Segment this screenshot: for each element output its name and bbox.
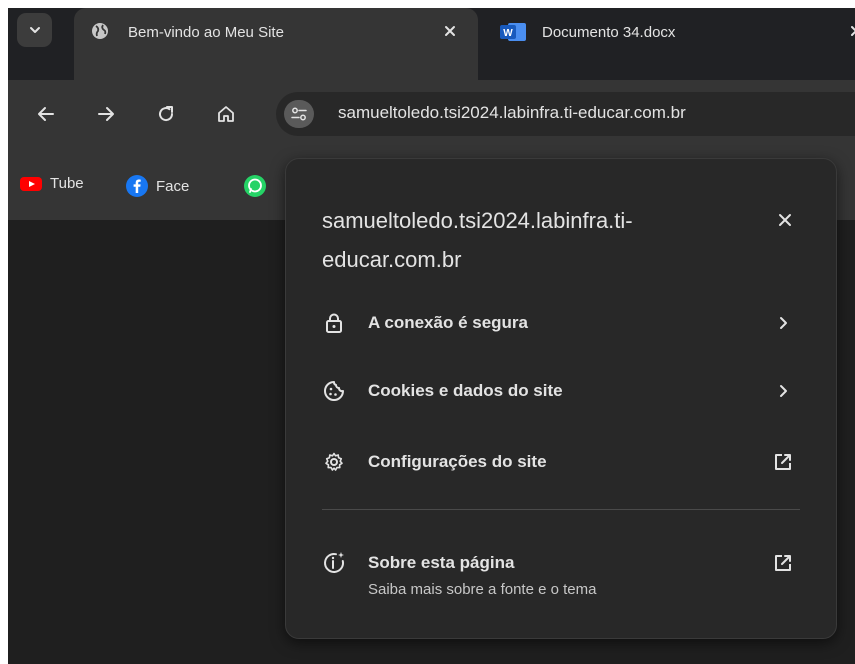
tune-icon — [291, 107, 307, 121]
back-button[interactable] — [34, 102, 58, 126]
connection-secure-item[interactable]: A conexão é segura — [286, 295, 838, 351]
chevron-down-icon — [29, 27, 40, 33]
tab-search-button[interactable] — [17, 13, 52, 47]
bookmark-tube[interactable]: Tube — [20, 175, 84, 192]
whatsapp-icon — [244, 175, 266, 197]
open-external-icon — [771, 551, 795, 575]
reload-button[interactable] — [154, 102, 178, 126]
popup-divider — [322, 509, 800, 510]
tab-documento[interactable]: W Documento 34.docx — [486, 8, 855, 80]
bookmark-face[interactable]: Face — [126, 175, 189, 197]
close-icon — [851, 26, 855, 36]
reload-icon — [159, 106, 174, 122]
forward-button[interactable] — [94, 102, 118, 126]
item-label: Cookies e dados do site — [368, 381, 563, 400]
arrow-left-icon — [38, 107, 54, 121]
item-label: A conexão é segura — [368, 313, 528, 332]
lock-icon — [322, 311, 346, 335]
word-icon: W — [500, 21, 528, 47]
url-text: samueltoledo.tsi2024.labinfra.ti-educar.… — [338, 103, 686, 122]
bookmark-whatsapp[interactable] — [244, 175, 266, 197]
address-bar[interactable]: samueltoledo.tsi2024.labinfra.ti-educar.… — [276, 92, 855, 136]
about-page-item[interactable]: Sobre esta página Saiba mais sobre a fon… — [286, 535, 838, 615]
youtube-icon — [20, 176, 42, 191]
bookmark-label: Tube — [50, 175, 84, 192]
open-external-icon — [771, 450, 795, 474]
toolbar: samueltoledo.tsi2024.labinfra.ti-educar.… — [8, 80, 855, 160]
globe-icon — [90, 21, 110, 45]
item-sublabel: Saiba mais sobre a fonte e o tema — [368, 581, 597, 598]
chevron-right-icon — [771, 379, 795, 403]
cookie-icon — [322, 379, 346, 403]
facebook-icon — [126, 175, 148, 197]
chevron-right-icon — [771, 311, 795, 335]
site-info-popup: samueltoledo.tsi2024.labinfra.ti-educar.… — [285, 158, 837, 639]
tab-close-button[interactable] — [848, 23, 855, 43]
home-icon — [218, 106, 234, 122]
browser-window: Bem-vindo ao Meu Site W Documento 34.doc… — [8, 8, 855, 664]
svg-text:W: W — [503, 28, 513, 39]
tab-title: Bem-vindo ao Meu Site — [128, 24, 284, 41]
site-settings-item[interactable]: Configurações do site — [286, 434, 838, 490]
info-sparkle-icon — [322, 551, 346, 575]
close-icon — [779, 214, 791, 226]
tab-strip: Bem-vindo ao Meu Site W Documento 34.doc… — [8, 8, 855, 80]
tab-title: Documento 34.docx — [542, 24, 676, 41]
cookies-item[interactable]: Cookies e dados do site — [286, 363, 838, 419]
popup-title: samueltoledo.tsi2024.labinfra.ti-educar.… — [322, 208, 633, 272]
home-button[interactable] — [214, 102, 238, 126]
arrow-right-icon — [98, 107, 114, 121]
item-label: Sobre esta página — [368, 553, 515, 572]
gear-icon — [322, 450, 346, 474]
tab-close-button[interactable] — [442, 23, 458, 43]
popup-close-button[interactable] — [773, 208, 797, 232]
tab-bem-vindo[interactable]: Bem-vindo ao Meu Site — [74, 8, 478, 80]
item-label: Configurações do site — [368, 452, 547, 471]
close-icon — [445, 26, 455, 36]
bookmark-label: Face — [156, 177, 190, 195]
site-info-button[interactable] — [284, 100, 314, 128]
